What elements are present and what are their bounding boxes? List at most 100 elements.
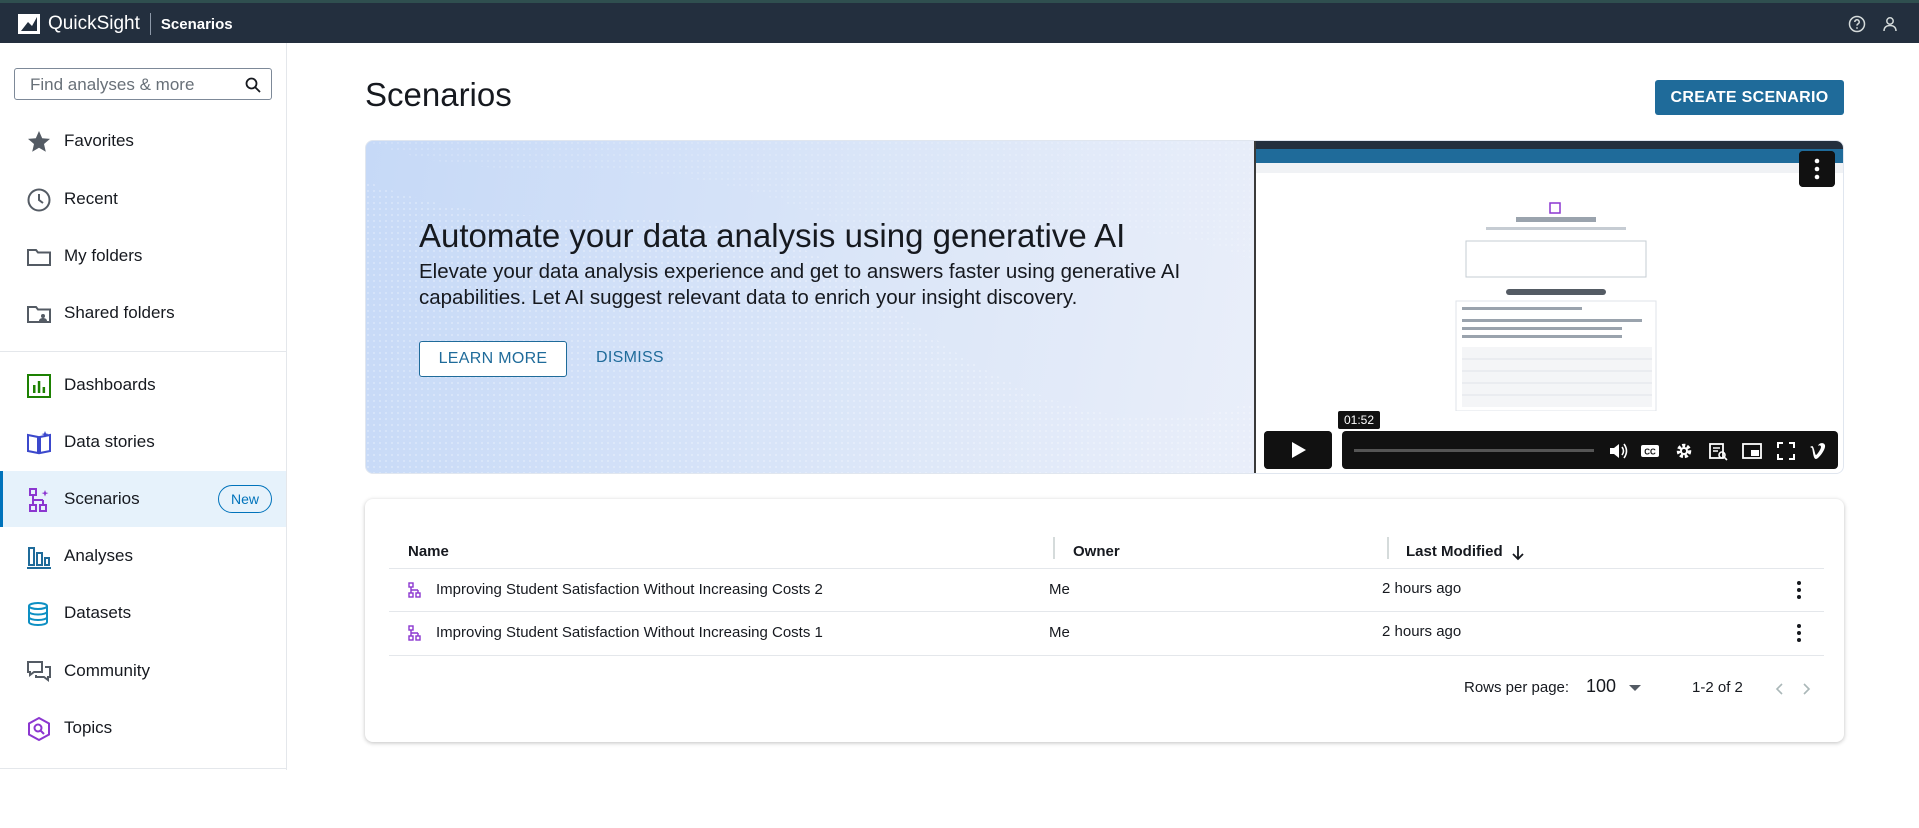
sidebar-item-community[interactable]: Community: [0, 643, 286, 699]
dismiss-link[interactable]: DISMISS: [596, 349, 664, 367]
row-more-options-icon[interactable]: [1789, 579, 1809, 601]
create-scenario-button[interactable]: CREATE SCENARIO: [1655, 80, 1844, 115]
sidebar-item-label: Analyses: [64, 546, 133, 565]
data-stories-icon: [27, 431, 51, 455]
quicksight-logo-icon: [18, 14, 40, 34]
vimeo-logo-icon[interactable]: [1808, 441, 1828, 461]
sidebar-item-recent[interactable]: Recent: [0, 171, 286, 227]
new-badge: New: [217, 485, 272, 513]
fullscreen-icon[interactable]: [1776, 441, 1796, 461]
scenarios-table-card: Name Owner Last Modified Improving Stude…: [365, 499, 1844, 742]
volume-icon[interactable]: [1608, 441, 1628, 461]
brand-divider: [149, 13, 151, 35]
video-player[interactable]: 01:52 CC: [1254, 141, 1843, 473]
sidebar-item-dashboards[interactable]: Dashboards: [0, 357, 286, 413]
user-profile-icon[interactable]: [1881, 15, 1899, 33]
context-title: Scenarios: [160, 15, 233, 33]
community-chat-icon: [27, 661, 51, 682]
owner-cell: Me: [1049, 581, 1070, 598]
sidebar-divider: [0, 351, 286, 352]
table-row[interactable]: Improving Student Satisfaction Without I…: [389, 612, 1824, 654]
sidebar-item-scenarios[interactable]: Scenarios New: [0, 471, 286, 527]
sidebar: Favorites Recent My folders Shared folde…: [0, 43, 287, 770]
clock-icon: [27, 188, 51, 212]
svg-text:CC: CC: [1644, 448, 1656, 457]
search-icon[interactable]: [244, 76, 262, 94]
owner-cell: Me: [1049, 624, 1070, 641]
sidebar-item-label: Community: [64, 661, 150, 680]
column-header-owner[interactable]: Owner: [1073, 543, 1120, 560]
sidebar-item-favorites[interactable]: Favorites: [0, 113, 286, 169]
sidebar-item-my-folders[interactable]: My folders: [0, 228, 286, 284]
scenario-name-link[interactable]: Improving Student Satisfaction Without I…: [436, 624, 823, 641]
video-more-options-icon[interactable]: [1799, 151, 1835, 187]
previous-page-icon[interactable]: [1775, 682, 1785, 696]
settings-gear-icon[interactable]: [1674, 441, 1694, 461]
row-more-options-icon[interactable]: [1789, 622, 1809, 644]
column-header-last-modified[interactable]: Last Modified: [1406, 543, 1503, 560]
scenario-name-link[interactable]: Improving Student Satisfaction Without I…: [436, 581, 823, 598]
brand[interactable]: QuickSight Scenarios: [18, 13, 233, 35]
shared-folder-icon: [27, 306, 51, 323]
sidebar-item-topics[interactable]: Topics: [0, 700, 286, 756]
sidebar-item-label: Recent: [64, 189, 118, 208]
pagination-range: 1-2 of 2: [1692, 679, 1743, 696]
column-header-name[interactable]: Name: [408, 543, 449, 560]
analyses-icon: [27, 547, 51, 569]
last-modified-cell: 2 hours ago: [1382, 580, 1462, 597]
promo-banner: Automate your data analysis using genera…: [365, 140, 1844, 474]
play-icon[interactable]: [1264, 431, 1332, 469]
next-page-icon[interactable]: [1801, 682, 1811, 696]
picture-in-picture-icon[interactable]: [1742, 441, 1762, 461]
rows-per-page-label: Rows per page:: [1464, 679, 1570, 696]
sidebar-item-label: My folders: [64, 246, 143, 265]
folder-icon: [27, 249, 51, 266]
sidebar-item-analyses[interactable]: Analyses: [0, 528, 286, 584]
help-icon[interactable]: [1848, 15, 1866, 33]
sidebar-item-label: Topics: [64, 718, 113, 737]
database-icon: [28, 602, 48, 627]
banner-description: Elevate your data analysis experience an…: [419, 260, 1181, 309]
sidebar-item-label: Scenarios: [64, 489, 140, 508]
app-name: QuickSight: [48, 13, 140, 34]
scenario-icon: [408, 625, 421, 641]
transcript-icon[interactable]: [1708, 441, 1728, 461]
video-toolbar: [1256, 163, 1843, 173]
video-menu-bar: [1256, 149, 1843, 163]
scenarios-icon: [29, 488, 49, 512]
topics-icon: [28, 716, 50, 742]
sidebar-item-label: Datasets: [64, 603, 132, 622]
sidebar-item-label: Dashboards: [64, 375, 156, 394]
table-row[interactable]: Improving Student Satisfaction Without I…: [389, 569, 1824, 611]
video-timestamp: 01:52: [1338, 411, 1381, 429]
video-app-bar: [1256, 141, 1843, 149]
learn-more-button[interactable]: LEARN MORE: [419, 341, 567, 377]
sidebar-item-shared-folders[interactable]: Shared folders: [0, 285, 286, 341]
search-input[interactable]: [28, 74, 232, 96]
video-control-bar: CC: [1342, 431, 1838, 469]
dropdown-arrow-icon: [1629, 685, 1641, 691]
sidebar-item-label: Data stories: [64, 432, 155, 451]
sidebar-divider: [0, 768, 286, 769]
banner-title: Automate your data analysis using genera…: [419, 217, 1126, 254]
closed-captions-icon[interactable]: CC: [1640, 441, 1660, 461]
sidebar-item-label: Shared folders: [64, 303, 175, 322]
sidebar-item-datasets[interactable]: Datasets: [0, 585, 286, 641]
video-progress-track[interactable]: [1354, 449, 1594, 452]
search-box[interactable]: [14, 68, 272, 100]
sidebar-item-data-stories[interactable]: Data stories: [0, 414, 286, 470]
dashboard-icon: [27, 374, 51, 398]
sidebar-item-label: Favorites: [64, 131, 134, 150]
top-navigation-bar: QuickSight Scenarios: [0, 0, 1919, 43]
column-resize-handle[interactable]: [1387, 537, 1389, 559]
scenario-icon: [408, 582, 421, 598]
page-title: Scenarios: [365, 76, 512, 113]
sort-descending-arrow-icon[interactable]: [1511, 545, 1525, 561]
video-frame-content: [1455, 201, 1657, 411]
row-divider: [389, 655, 1824, 656]
rows-per-page-select[interactable]: 100: [1586, 675, 1646, 701]
last-modified-cell: 2 hours ago: [1382, 623, 1462, 640]
column-resize-handle[interactable]: [1053, 537, 1055, 559]
rows-per-page-value: 100: [1586, 676, 1617, 696]
star-icon: [28, 131, 50, 152]
